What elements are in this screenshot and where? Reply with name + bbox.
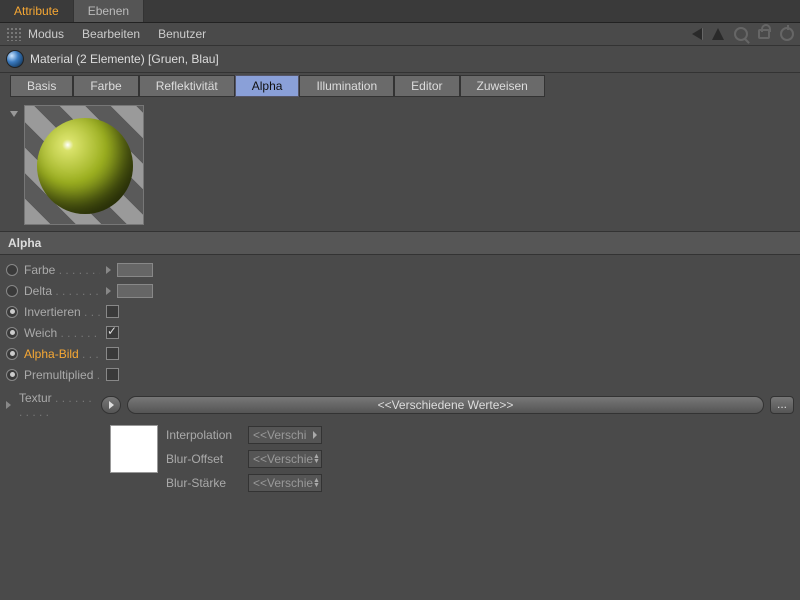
- check-alpha-bild[interactable]: [106, 347, 119, 360]
- radio-delta[interactable]: [6, 285, 18, 297]
- settings-icon[interactable]: [780, 27, 794, 41]
- radio-alpha-bild[interactable]: [6, 348, 18, 360]
- menu-bearbeiten[interactable]: Bearbeiten: [82, 27, 140, 41]
- row-invertieren: Invertieren: [6, 301, 800, 322]
- label-weich: Weich: [24, 326, 100, 340]
- spinner-blur-staerke[interactable]: <<Verschie ▲▼: [248, 474, 322, 492]
- textur-thumbnail[interactable]: [110, 425, 158, 473]
- row-textur: Textur <<Verschiedene Werte>> ...: [0, 389, 800, 421]
- radio-farbe[interactable]: [6, 264, 18, 276]
- row-weich: Weich: [6, 322, 800, 343]
- tab-ebenen[interactable]: Ebenen: [74, 0, 144, 22]
- stepper-arrows-icon: ▲▼: [313, 454, 320, 464]
- check-invertieren[interactable]: [106, 305, 119, 318]
- lock-icon[interactable]: [758, 29, 770, 39]
- dropdown-interpolation[interactable]: <<Verschi: [248, 426, 322, 444]
- chevron-right-icon: [109, 401, 114, 409]
- row-farbe: Farbe: [6, 259, 800, 280]
- label-blur-offset: Blur-Offset: [166, 452, 248, 466]
- menu-bar: Modus Bearbeiten Benutzer: [0, 23, 800, 46]
- material-preview[interactable]: [24, 105, 144, 225]
- row-alpha-bild: Alpha-Bild: [6, 343, 800, 364]
- value-blur-staerke: <<Verschie: [253, 476, 313, 490]
- row-delta: Delta: [6, 280, 800, 301]
- chantab-illumination[interactable]: Illumination: [299, 75, 394, 97]
- preview-sphere-icon: [37, 118, 133, 214]
- textur-browse-button[interactable]: ...: [770, 396, 794, 414]
- radio-premultiplied[interactable]: [6, 369, 18, 381]
- textur-subcol: Interpolation <<Verschi Blur-Offset <<Ve…: [166, 425, 322, 493]
- chantab-editor[interactable]: Editor: [394, 75, 459, 97]
- label-alpha-bild: Alpha-Bild: [24, 347, 100, 361]
- chevron-down-icon: [313, 431, 317, 439]
- menu-right-icons: [692, 27, 794, 41]
- material-title: Material (2 Elemente) [Gruen, Blau]: [30, 52, 219, 66]
- spinner-blur-offset[interactable]: <<Verschie ▲▼: [248, 450, 322, 468]
- chantab-farbe[interactable]: Farbe: [73, 75, 138, 97]
- value-interpolation: <<Verschi: [253, 428, 306, 442]
- preview-row: [0, 99, 800, 231]
- radio-invertieren[interactable]: [6, 306, 18, 318]
- material-sphere-icon: [6, 50, 24, 68]
- label-blur-staerke: Blur-Stärke: [166, 476, 248, 490]
- row-blur-staerke: Blur-Stärke <<Verschie ▲▼: [166, 473, 322, 493]
- chantab-basis[interactable]: Basis: [10, 75, 73, 97]
- nav-up-icon[interactable]: [712, 28, 724, 40]
- radio-weich[interactable]: [6, 327, 18, 339]
- label-invertieren: Invertieren: [24, 305, 100, 319]
- label-textur: Textur: [19, 391, 95, 419]
- check-premultiplied[interactable]: [106, 368, 119, 381]
- menu-modus[interactable]: Modus: [28, 27, 64, 41]
- channel-tabs: Basis Farbe Reflektivität Alpha Illumina…: [0, 73, 800, 99]
- tab-attribute[interactable]: Attribute: [0, 0, 74, 22]
- grip-icon: [6, 27, 22, 41]
- label-premultiplied: Premultiplied: [24, 368, 100, 382]
- label-interpolation: Interpolation: [166, 428, 248, 442]
- search-icon[interactable]: [734, 27, 748, 41]
- check-weich[interactable]: [106, 326, 119, 339]
- value-blur-offset: <<Verschie: [253, 452, 313, 466]
- label-delta: Delta: [24, 284, 100, 298]
- stepper-arrows-icon: ▲▼: [313, 478, 320, 488]
- row-blur-offset: Blur-Offset <<Verschie ▲▼: [166, 449, 322, 469]
- row-interpolation: Interpolation <<Verschi: [166, 425, 322, 445]
- section-header-alpha: Alpha: [0, 231, 800, 255]
- row-premultiplied: Premultiplied: [6, 364, 800, 385]
- top-tabs: Attribute Ebenen: [0, 0, 800, 23]
- alpha-properties: Farbe Delta Invertieren Weich Alpha-Bild…: [0, 255, 800, 389]
- chantab-alpha[interactable]: Alpha: [235, 75, 300, 97]
- textur-subprops: Interpolation <<Verschi Blur-Offset <<Ve…: [0, 421, 800, 497]
- textur-menu-button[interactable]: [101, 396, 121, 414]
- chantab-reflekt[interactable]: Reflektivität: [139, 75, 235, 97]
- menu-benutzer[interactable]: Benutzer: [158, 27, 206, 41]
- textur-field[interactable]: <<Verschiedene Werte>>: [127, 396, 764, 414]
- swatch-farbe[interactable]: [117, 263, 153, 277]
- disclose-textur-icon[interactable]: [6, 401, 11, 409]
- chantab-zuweisen[interactable]: Zuweisen: [460, 75, 545, 97]
- material-header: Material (2 Elemente) [Gruen, Blau]: [0, 46, 800, 73]
- swatch-delta[interactable]: [117, 284, 153, 298]
- disclose-icon[interactable]: [10, 111, 18, 117]
- expand-delta-icon[interactable]: [106, 287, 111, 295]
- nav-back-icon[interactable]: [692, 28, 702, 40]
- label-farbe: Farbe: [24, 263, 100, 277]
- expand-farbe-icon[interactable]: [106, 266, 111, 274]
